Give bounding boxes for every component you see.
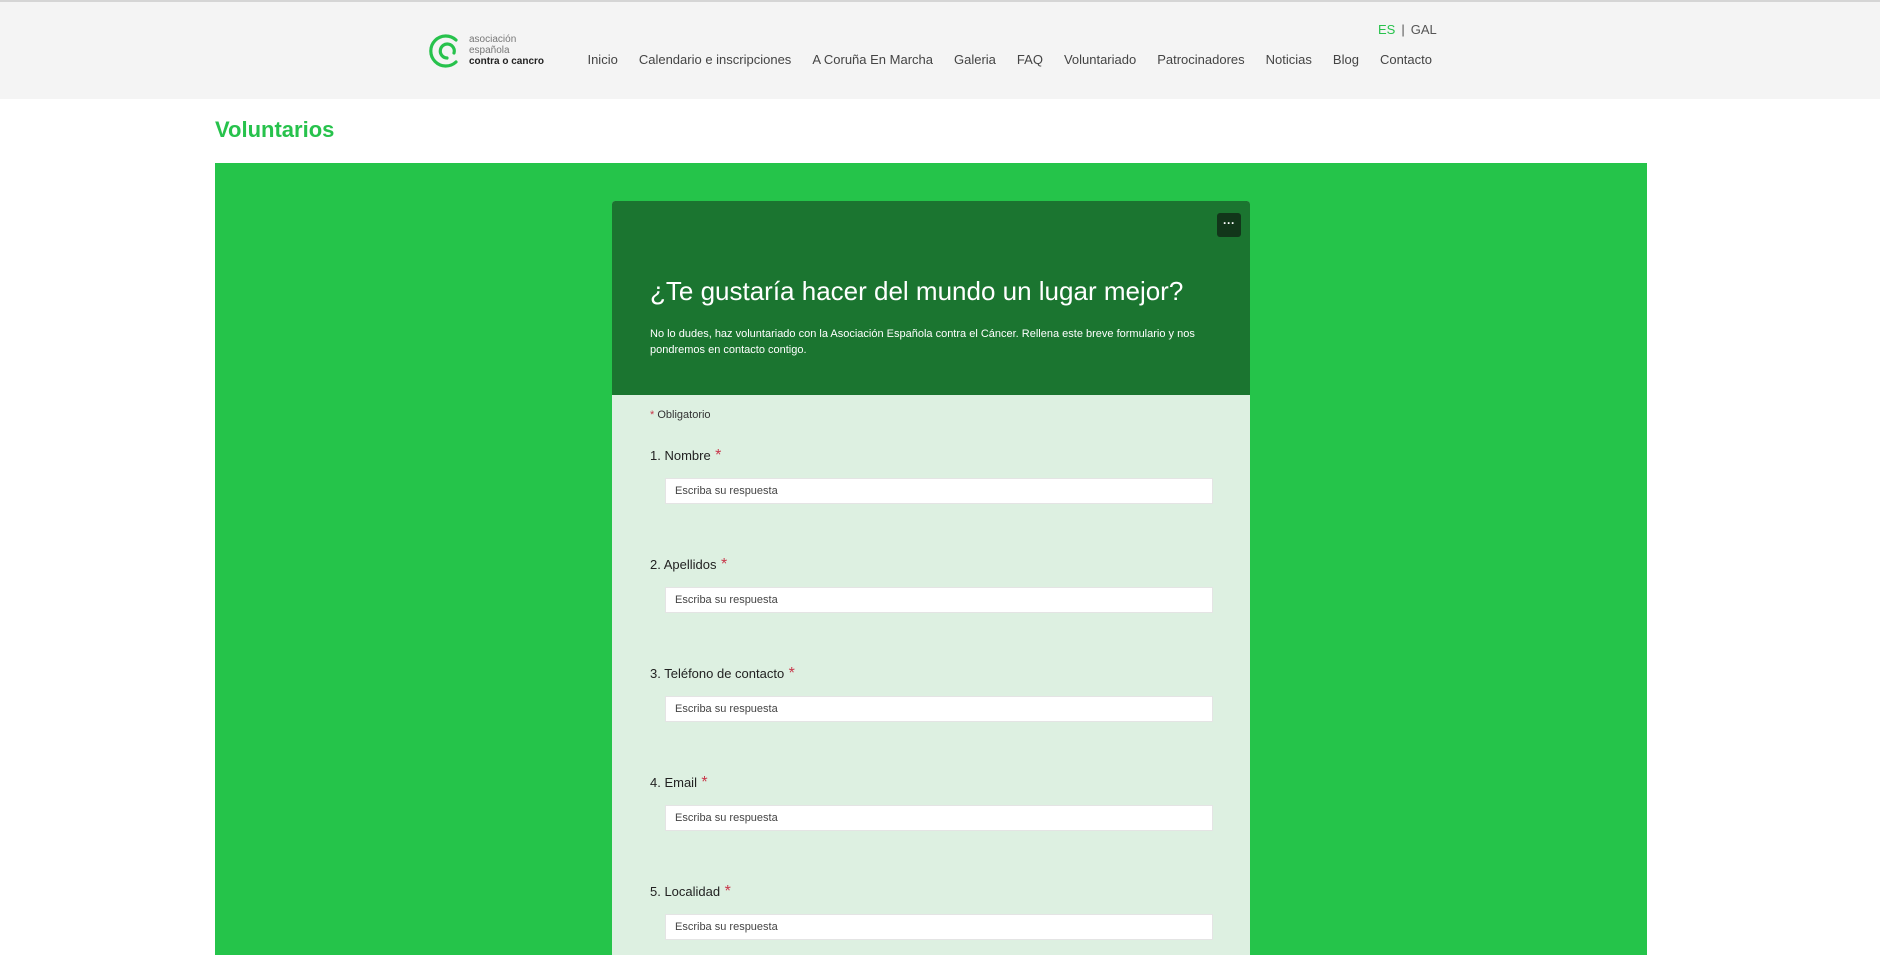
question-label: 3. Teléfono de contacto <box>650 666 785 681</box>
required-note: * Obligatorio <box>650 409 711 421</box>
logo-line-3: contra o cancro <box>469 56 545 67</box>
required-star: * <box>724 883 731 900</box>
question-email: 4. Email * <box>650 774 1213 831</box>
form-title: ¿Te gustaría hacer del mundo un lugar me… <box>650 276 1184 306</box>
nombre-input[interactable] <box>665 478 1213 504</box>
volunteer-form: ··· ¿Te gustaría hacer del mundo un luga… <box>612 201 1250 955</box>
required-star: * <box>788 665 795 682</box>
required-star: * <box>720 556 728 573</box>
nav-faq[interactable]: FAQ <box>1017 52 1043 67</box>
page-title: Voluntarios <box>215 117 335 142</box>
required-star: * <box>715 447 722 464</box>
logo-line-2: española <box>469 45 510 56</box>
nav-coruna-en-marcha[interactable]: A Coruña En Marcha <box>812 52 933 67</box>
form-description: No lo dudes, haz voluntariado con la Aso… <box>650 328 1195 356</box>
aecc-logo-icon <box>429 34 458 68</box>
lang-es[interactable]: ES <box>1378 22 1395 37</box>
nav-calendario[interactable]: Calendario e inscripciones <box>639 52 791 67</box>
required-star: * <box>701 774 708 791</box>
question-label: 4. Email <box>650 775 697 790</box>
lang-gal[interactable]: GAL <box>1411 22 1437 37</box>
nav-blog[interactable]: Blog <box>1333 52 1359 67</box>
more-options-button[interactable]: ··· <box>1217 213 1241 237</box>
nav-contacto[interactable]: Contacto <box>1380 52 1432 67</box>
logo[interactable]: asociación española contra o cancro <box>427 32 547 72</box>
question-nombre: 1. Nombre * <box>650 447 1213 504</box>
nav-noticias[interactable]: Noticias <box>1266 52 1312 67</box>
apellidos-input[interactable] <box>665 587 1213 613</box>
lang-separator: | <box>1401 22 1405 37</box>
question-label: 1. Nombre <box>650 448 711 463</box>
nav-inicio[interactable]: Inicio <box>587 52 617 67</box>
telefono-input[interactable] <box>665 696 1213 722</box>
question-localidad: 5. Localidad * <box>650 883 1213 940</box>
nav-voluntariado[interactable]: Voluntariado <box>1064 52 1136 67</box>
required-note-label: Obligatorio <box>657 409 711 421</box>
logo-text: asociación española contra o cancro <box>469 34 544 67</box>
nav-patrocinadores[interactable]: Patrocinadores <box>1157 52 1244 67</box>
question-telefono: 3. Teléfono de contacto * <box>650 665 1213 722</box>
nav-galeria[interactable]: Galeria <box>954 52 996 67</box>
required-star: * <box>650 409 655 421</box>
main-nav: Inicio Calendario e inscripciones A Coru… <box>587 52 1432 67</box>
language-switcher: ES | GAL <box>1378 22 1437 37</box>
site-header: asociación española contra o cancro ES | G… <box>0 2 1880 99</box>
question-label: 5. Localidad <box>650 884 721 899</box>
form-header: ··· ¿Te gustaría hacer del mundo un luga… <box>612 201 1250 395</box>
logo-line-1: asociación <box>469 34 517 45</box>
email-input[interactable] <box>665 805 1213 831</box>
localidad-input[interactable] <box>665 914 1213 940</box>
question-apellidos: 2. Apellidos * <box>650 556 1213 613</box>
question-label: 2. Apellidos <box>650 557 717 572</box>
